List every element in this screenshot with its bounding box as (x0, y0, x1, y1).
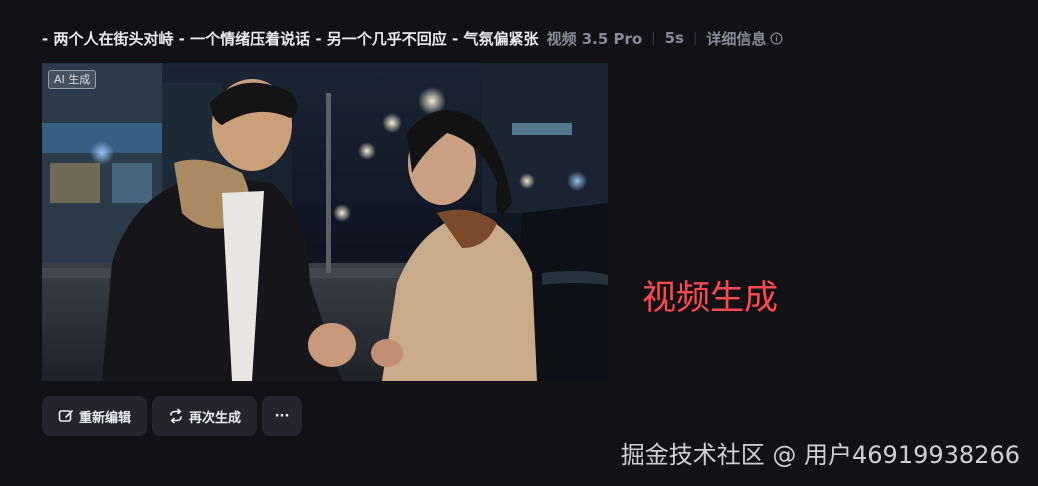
video-frame (42, 63, 608, 381)
re-edit-button[interactable]: 重新编辑 (42, 396, 147, 436)
video-header: - 两个人在街头对峙 - 一个情绪压着说话 - 另一个几乎不回应 - 气氛偏紧张… (42, 27, 783, 49)
divider: | (692, 30, 698, 46)
regenerate-button[interactable]: 再次生成 (152, 396, 257, 436)
refresh-icon (168, 408, 184, 424)
regenerate-label: 再次生成 (188, 410, 241, 426)
divider: | (651, 30, 656, 46)
watermark: 掘金技术社区 @ 用户46919938266 (620, 441, 1020, 469)
ai-generated-badge: AI 生成 (48, 70, 97, 89)
details-link[interactable]: 详细信息 (706, 28, 783, 49)
video-duration: 5s (664, 29, 684, 47)
more-icon: ··· (274, 408, 290, 424)
model-name: 视频 3.5 Pro (546, 29, 643, 48)
action-bar: 重新编辑 再次生成 ··· (42, 396, 302, 436)
page: - 两个人在街头对峙 - 一个情绪压着说话 - 另一个几乎不回应 - 气氛偏紧张… (0, 0, 1038, 486)
prompt-title: - 两个人在街头对峙 - 一个情绪压着说话 - 另一个几乎不回应 - 气氛偏紧张 (42, 29, 539, 48)
info-icon (770, 32, 783, 45)
more-options-button[interactable]: ··· (262, 396, 302, 436)
video-preview[interactable]: AI 生成 (42, 63, 608, 381)
details-label: 详细信息 (706, 29, 767, 48)
re-edit-label: 重新编辑 (78, 410, 131, 426)
overlay-caption: 视频生成 (642, 278, 778, 318)
edit-icon (58, 408, 74, 424)
